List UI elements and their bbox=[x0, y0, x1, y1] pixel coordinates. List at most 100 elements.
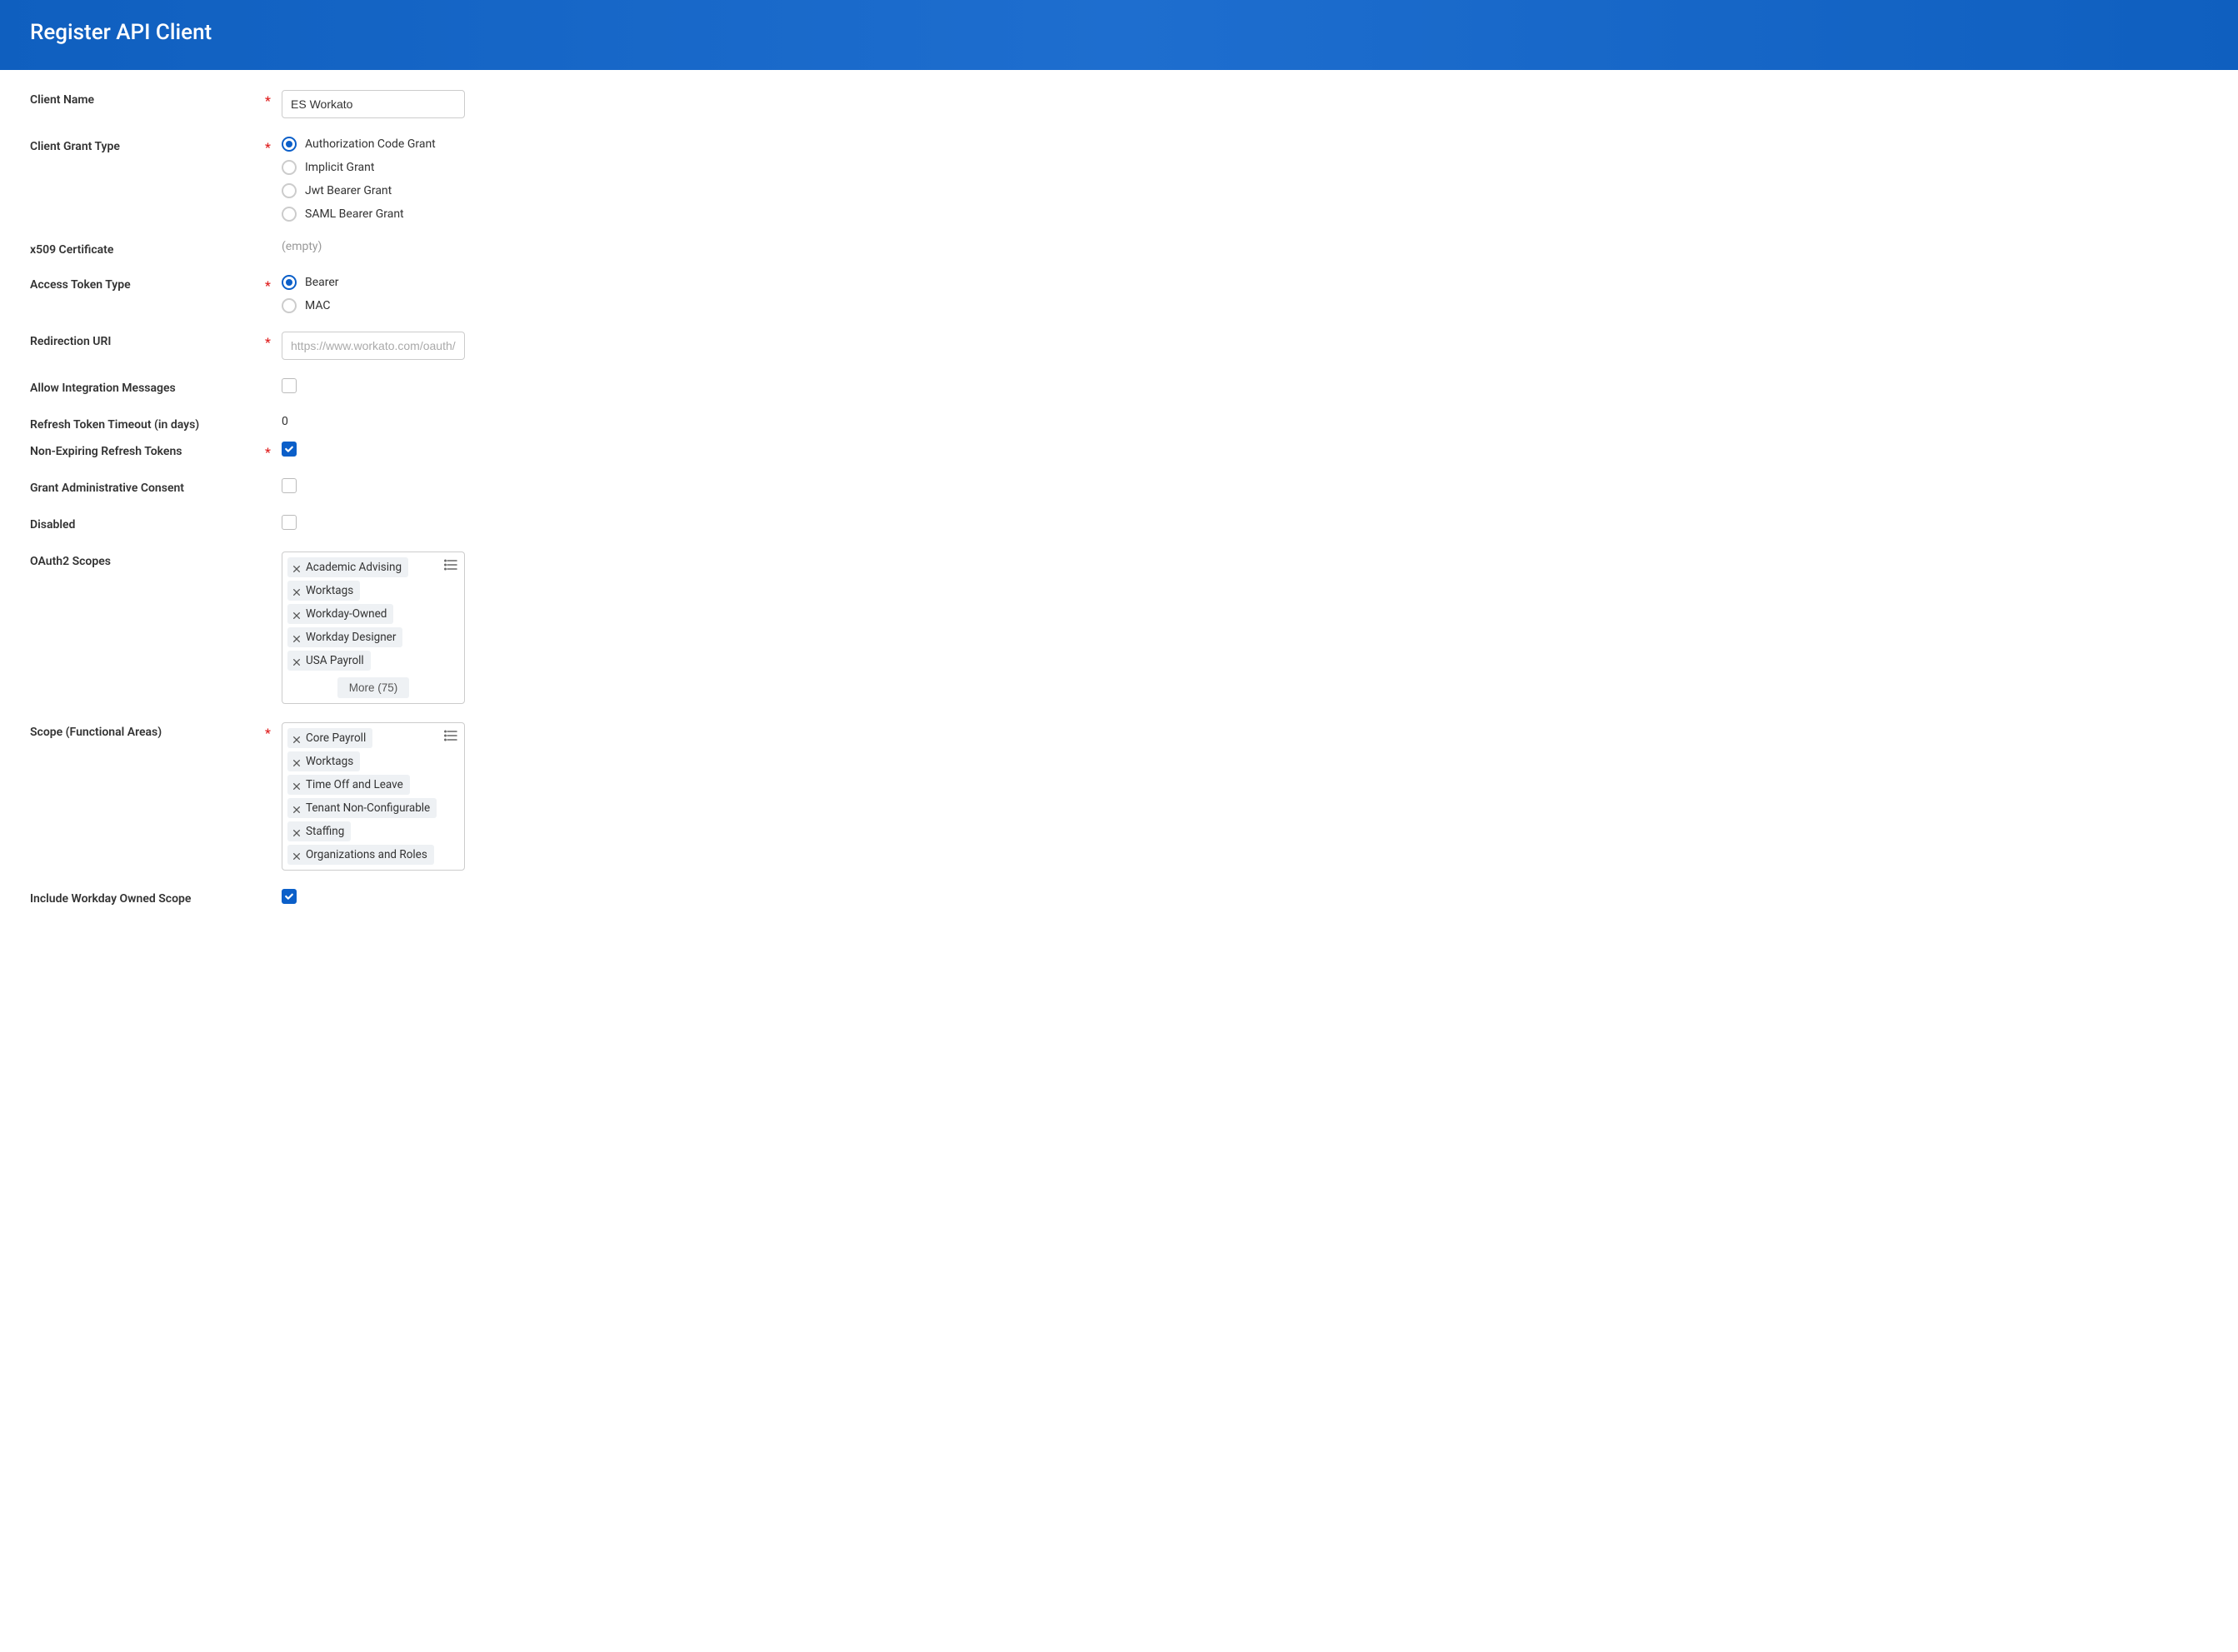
label-include-workday-owned-scope: Include Workday Owned Scope bbox=[30, 889, 265, 906]
tag-label: Core Payroll bbox=[306, 731, 366, 745]
radio-icon[interactable] bbox=[282, 137, 297, 152]
tag-label: Workday-Owned bbox=[306, 607, 387, 621]
radio-label: Authorization Code Grant bbox=[305, 137, 436, 151]
remove-icon[interactable] bbox=[292, 827, 301, 836]
grant-type-option[interactable]: Implicit Grant bbox=[282, 160, 465, 175]
oauth2-scopes-selector[interactable]: Academic Advising Worktags Workday-Owned Wo… bbox=[282, 551, 465, 704]
radio-icon[interactable] bbox=[282, 207, 297, 222]
tag-label: Staffing bbox=[306, 825, 344, 838]
token-type-radio-group: Bearer MAC bbox=[282, 275, 465, 313]
tag-label: Workday Designer bbox=[306, 631, 396, 644]
tag[interactable]: Core Payroll bbox=[287, 728, 372, 748]
tag[interactable]: Worktags bbox=[287, 751, 360, 771]
tag[interactable]: Organizations and Roles bbox=[287, 845, 434, 865]
tag-label: Time Off and Leave bbox=[306, 778, 403, 791]
radio-label: Implicit Grant bbox=[305, 161, 374, 174]
row-client-name: Client Name * bbox=[30, 90, 2208, 118]
more-button[interactable]: More (75) bbox=[337, 677, 410, 698]
tag-label: Worktags bbox=[306, 584, 353, 597]
tag[interactable]: Tenant Non-Configurable bbox=[287, 798, 437, 818]
grant-type-option[interactable]: Authorization Code Grant bbox=[282, 137, 465, 152]
row-x509-certificate: x509 Certificate (empty) bbox=[30, 240, 2208, 257]
required-indicator: * bbox=[265, 275, 282, 293]
required-indicator: * bbox=[265, 332, 282, 350]
row-refresh-token-timeout: Refresh Token Timeout (in days) 0 bbox=[30, 415, 2208, 432]
remove-icon[interactable] bbox=[292, 804, 301, 812]
label-grant-admin-consent: Grant Administrative Consent bbox=[30, 478, 265, 495]
include-workday-owned-scope-checkbox[interactable] bbox=[282, 889, 297, 904]
tag-label: Organizations and Roles bbox=[306, 848, 427, 861]
token-type-option[interactable]: Bearer bbox=[282, 275, 465, 290]
radio-label: MAC bbox=[305, 299, 331, 312]
remove-icon[interactable] bbox=[292, 656, 301, 665]
list-icon[interactable] bbox=[444, 730, 457, 743]
label-disabled: Disabled bbox=[30, 515, 265, 532]
label-client-grant-type: Client Grant Type bbox=[30, 137, 265, 153]
tag-label: USA Payroll bbox=[306, 654, 364, 667]
label-scope-functional-areas: Scope (Functional Areas) bbox=[30, 722, 265, 739]
row-oauth2-scopes: OAuth2 Scopes Academic Advising Worktags W… bbox=[30, 551, 2208, 704]
radio-icon[interactable] bbox=[282, 298, 297, 313]
row-non-expiring-refresh-tokens: Non-Expiring Refresh Tokens * bbox=[30, 442, 2208, 460]
tag[interactable]: Academic Advising bbox=[287, 557, 408, 577]
row-access-token-type: Access Token Type * Bearer MAC bbox=[30, 275, 2208, 313]
grant-type-option[interactable]: SAML Bearer Grant bbox=[282, 207, 465, 222]
grant-type-option[interactable]: Jwt Bearer Grant bbox=[282, 183, 465, 198]
scope-functional-areas-selector[interactable]: Core Payroll Worktags Time Off and Leave Te… bbox=[282, 722, 465, 871]
label-allow-integration-messages: Allow Integration Messages bbox=[30, 378, 265, 395]
required-indicator: * bbox=[265, 722, 282, 741]
row-include-workday-owned-scope: Include Workday Owned Scope bbox=[30, 889, 2208, 906]
client-name-input[interactable] bbox=[282, 90, 465, 118]
label-access-token-type: Access Token Type bbox=[30, 275, 265, 292]
row-client-grant-type: Client Grant Type * Authorization Code G… bbox=[30, 137, 2208, 222]
radio-icon[interactable] bbox=[282, 160, 297, 175]
remove-icon[interactable] bbox=[292, 610, 301, 618]
label-client-name: Client Name bbox=[30, 90, 265, 107]
remove-icon[interactable] bbox=[292, 734, 301, 742]
radio-label: Jwt Bearer Grant bbox=[305, 184, 392, 197]
list-icon[interactable] bbox=[444, 559, 457, 572]
x509-value: (empty) bbox=[282, 240, 322, 253]
remove-icon[interactable] bbox=[292, 781, 301, 789]
tag[interactable]: Staffing bbox=[287, 821, 351, 841]
non-expiring-refresh-tokens-checkbox[interactable] bbox=[282, 442, 297, 457]
remove-icon[interactable] bbox=[292, 851, 301, 859]
required-indicator: * bbox=[265, 137, 282, 155]
label-x509-certificate: x509 Certificate bbox=[30, 240, 265, 257]
grant-admin-consent-checkbox[interactable] bbox=[282, 478, 297, 493]
disabled-checkbox[interactable] bbox=[282, 515, 297, 530]
row-disabled: Disabled bbox=[30, 515, 2208, 533]
remove-icon[interactable] bbox=[292, 563, 301, 571]
tag[interactable]: Workday-Owned bbox=[287, 604, 393, 624]
required-indicator: * bbox=[265, 442, 282, 460]
grant-type-radio-group: Authorization Code Grant Implicit Grant Jw… bbox=[282, 137, 465, 222]
label-refresh-token-timeout: Refresh Token Timeout (in days) bbox=[30, 415, 265, 432]
tag[interactable]: USA Payroll bbox=[287, 651, 371, 671]
label-oauth2-scopes: OAuth2 Scopes bbox=[30, 551, 265, 568]
refresh-token-timeout-value: 0 bbox=[282, 413, 288, 428]
row-allow-integration-messages: Allow Integration Messages bbox=[30, 378, 2208, 397]
allow-integration-messages-checkbox[interactable] bbox=[282, 378, 297, 393]
page-title: Register API Client bbox=[30, 20, 2208, 45]
token-type-option[interactable]: MAC bbox=[282, 298, 465, 313]
remove-icon[interactable] bbox=[292, 633, 301, 641]
radio-label: SAML Bearer Grant bbox=[305, 207, 404, 221]
redirection-uri-input[interactable] bbox=[282, 332, 465, 360]
required-indicator: * bbox=[265, 90, 282, 108]
remove-icon[interactable] bbox=[292, 757, 301, 766]
row-scope-functional-areas: Scope (Functional Areas) * Core Payroll W… bbox=[30, 722, 2208, 871]
radio-icon[interactable] bbox=[282, 183, 297, 198]
label-redirection-uri: Redirection URI bbox=[30, 332, 265, 348]
tag[interactable]: Worktags bbox=[287, 581, 360, 601]
tag-label: Academic Advising bbox=[306, 561, 402, 574]
tag-label: Tenant Non-Configurable bbox=[306, 801, 430, 815]
label-non-expiring-refresh-tokens: Non-Expiring Refresh Tokens bbox=[30, 442, 265, 458]
tag-label: Worktags bbox=[306, 755, 353, 768]
row-grant-admin-consent: Grant Administrative Consent bbox=[30, 478, 2208, 497]
tag[interactable]: Time Off and Leave bbox=[287, 775, 410, 795]
remove-icon[interactable] bbox=[292, 586, 301, 595]
row-redirection-uri: Redirection URI * bbox=[30, 332, 2208, 360]
radio-icon[interactable] bbox=[282, 275, 297, 290]
tag[interactable]: Workday Designer bbox=[287, 627, 402, 647]
form-container: Client Name * Client Grant Type * Author… bbox=[0, 70, 2238, 944]
